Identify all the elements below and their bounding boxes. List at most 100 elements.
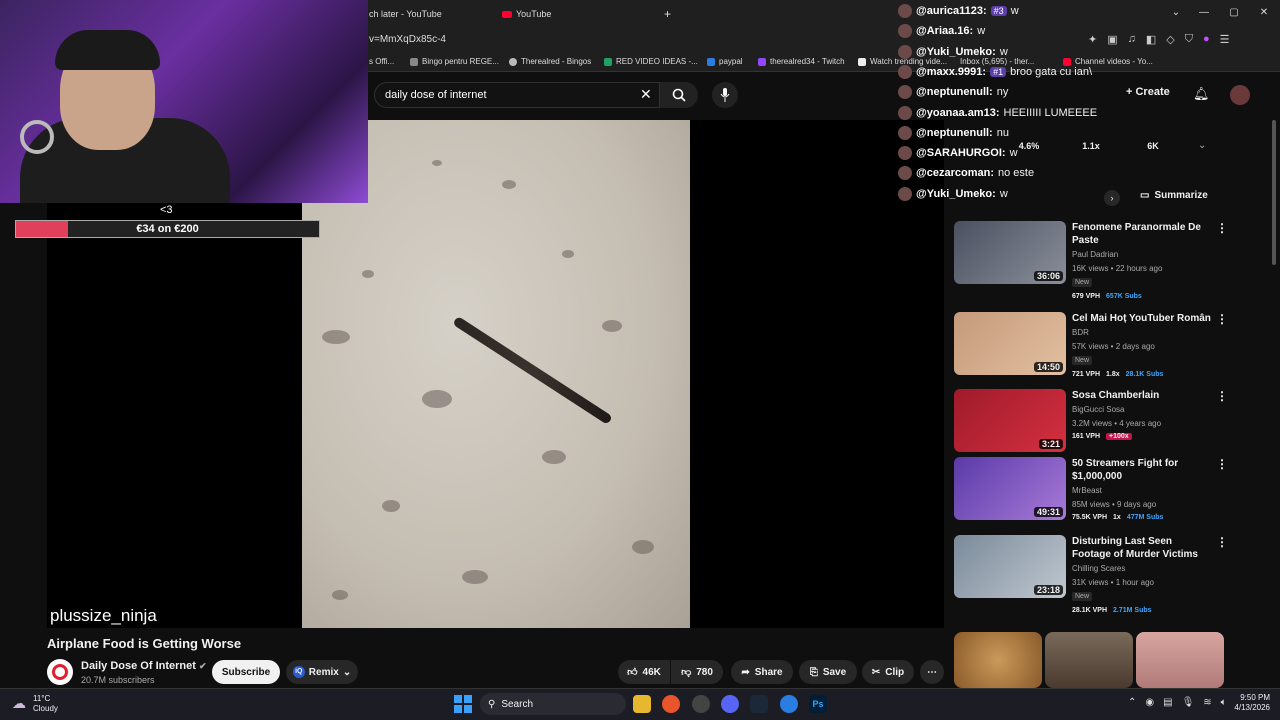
- create-button[interactable]: + Create: [1126, 86, 1170, 98]
- extension-icon[interactable]: ▣: [1107, 33, 1117, 46]
- recommendation-channel[interactable]: Paul Dadrian: [1072, 250, 1118, 259]
- chevron-right-icon[interactable]: ›: [1104, 190, 1120, 206]
- shield-icon[interactable]: ⛉: [1185, 33, 1193, 46]
- tab-watch-later[interactable]: ch later - YouTube: [369, 6, 442, 22]
- weather-icon[interactable]: ☁: [12, 695, 26, 712]
- recommendation-item[interactable]: 14:50 Cel Mai Hoț YouTuber Român BDR 57K vi…: [954, 312, 1228, 392]
- chat-message: @maxx.9991: #1 broo gata cu ian\: [898, 64, 1092, 79]
- dislike-button[interactable]: 👎︎ 780: [671, 660, 723, 684]
- scrollbar[interactable]: [1272, 120, 1276, 265]
- maximize-icon[interactable]: ▢: [1226, 7, 1242, 18]
- taskbar-search[interactable]: ⚲ Search: [480, 693, 626, 715]
- extension-icon[interactable]: ✦: [1088, 33, 1097, 46]
- save-button[interactable]: ⎘ Save: [799, 660, 857, 684]
- notifications-icon[interactable]: 🔔︎: [1193, 86, 1210, 102]
- subscribe-button[interactable]: Subscribe: [212, 660, 280, 684]
- clear-search-icon[interactable]: ✕: [640, 86, 652, 103]
- url-field[interactable]: v=MmXqDx85c-4: [369, 34, 446, 45]
- recommendation-title[interactable]: Cel Mai Hoț YouTuber Român: [1072, 312, 1212, 325]
- bookmark-item[interactable]: RED VIDEO IDEAS -...: [604, 57, 698, 66]
- more-options-icon[interactable]: ⋮: [1216, 221, 1228, 235]
- recommendation-channel[interactable]: MrBeast: [1072, 486, 1102, 495]
- close-icon[interactable]: ✕: [1256, 7, 1272, 18]
- recommendation-title[interactable]: Sosa Chamberlain: [1072, 389, 1212, 402]
- menu-icon[interactable]: ☰: [1220, 33, 1230, 46]
- channel-avatar[interactable]: [47, 659, 73, 685]
- remix-button[interactable]: iQ Remix ⌄: [286, 660, 358, 684]
- account-avatar[interactable]: [1230, 85, 1250, 105]
- chat-username: @neptunenull:: [916, 86, 993, 99]
- extension-icon[interactable]: ◇: [1166, 33, 1174, 46]
- video-thumbnail[interactable]: 36:06: [954, 221, 1066, 284]
- chat-username: @cezarcoman:: [916, 167, 994, 180]
- new-tab-button[interactable]: +: [664, 6, 671, 22]
- start-button[interactable]: [454, 695, 472, 713]
- recommendation-item[interactable]: 36:06 Fenomene Paranormale De Paste Paul D…: [954, 221, 1228, 301]
- chevron-up-icon[interactable]: ⌃: [1128, 697, 1136, 708]
- app-icon[interactable]: [780, 695, 798, 713]
- voice-search-button[interactable]: [712, 82, 738, 108]
- chat-message: @Yuki_Umeko: w: [898, 44, 1008, 59]
- recommendation-channel[interactable]: Chilling Scares: [1072, 564, 1125, 573]
- bookmark-item[interactable]: Therealred - Bingos: [509, 57, 591, 66]
- wifi-icon[interactable]: ≋: [1203, 697, 1211, 708]
- recommendation-item[interactable]: 49:31 50 Streamers Fight for $1,000,000 Mr…: [954, 457, 1228, 537]
- chat-avatar: [898, 166, 912, 181]
- short-thumbnail[interactable]: [954, 632, 1042, 688]
- recommendation-title[interactable]: Fenomene Paranormale De Paste: [1072, 221, 1212, 247]
- more-options-icon[interactable]: ⋮: [1216, 312, 1228, 326]
- recommendation-channel[interactable]: BigGucci Sosa: [1072, 405, 1124, 414]
- video-duration: 23:18: [1033, 585, 1063, 595]
- system-clock[interactable]: 9:50 PM 4/13/2026: [1226, 693, 1270, 713]
- clip-button[interactable]: ✂ Clip: [862, 660, 914, 684]
- clock-time: 9:50 PM: [1240, 693, 1270, 702]
- short-thumbnail[interactable]: [1136, 632, 1224, 688]
- music-icon[interactable]: ♫: [1128, 33, 1136, 46]
- photoshop-icon[interactable]: Ps: [809, 695, 827, 713]
- search-input[interactable]: daily dose of internet: [374, 82, 660, 108]
- more-options-icon[interactable]: ⋮: [1216, 535, 1228, 549]
- file-explorer-icon[interactable]: [633, 695, 651, 713]
- weather-widget[interactable]: 11°C Cloudy: [33, 694, 58, 714]
- stat-pill: 6K: [1147, 141, 1159, 151]
- profile-icon[interactable]: ●: [1203, 33, 1210, 46]
- chevron-down-icon[interactable]: ⌄: [1198, 140, 1206, 151]
- share-button[interactable]: ➦ Share: [731, 660, 793, 684]
- channel-name[interactable]: Daily Dose Of Internet ✔: [81, 660, 207, 672]
- more-actions-button[interactable]: ⋯: [920, 660, 944, 684]
- bookmark-item[interactable]: paypal: [707, 57, 743, 66]
- recommendation-title[interactable]: Disturbing Last Seen Footage of Murder V…: [1072, 535, 1212, 561]
- video-thumbnail[interactable]: 49:31: [954, 457, 1066, 520]
- more-options-icon[interactable]: ⋮: [1216, 389, 1228, 403]
- bookmark-item[interactable]: s Offi...: [369, 57, 394, 66]
- headphones: [20, 120, 54, 154]
- recommendation-title[interactable]: 50 Streamers Fight for $1,000,000: [1072, 457, 1212, 483]
- create-label: Create: [1135, 86, 1170, 98]
- tab-youtube[interactable]: YouTube: [502, 6, 551, 22]
- subs-tag: 657K Subs: [1106, 293, 1142, 300]
- summarize-button[interactable]: ▭ Summarize: [1140, 190, 1208, 201]
- tiktok-icon: [858, 57, 866, 66]
- app-icon[interactable]: [692, 695, 710, 713]
- recommendation-channel[interactable]: BDR: [1072, 328, 1089, 337]
- short-thumbnail[interactable]: [1045, 632, 1133, 688]
- browser-icon[interactable]: [662, 695, 680, 713]
- tray-icon[interactable]: ▤: [1163, 697, 1172, 708]
- bookmark-item[interactable]: Bingo pentru REGE...: [410, 57, 499, 66]
- recommendation-item[interactable]: 23:18 Disturbing Last Seen Footage of Mur…: [954, 535, 1228, 615]
- tab-search-icon[interactable]: ⌄: [1168, 7, 1184, 18]
- microphone-icon[interactable]: 🎙︎: [1182, 697, 1195, 708]
- share-icon: ➦: [741, 666, 750, 678]
- steam-icon[interactable]: [750, 695, 768, 713]
- video-thumbnail[interactable]: 14:50: [954, 312, 1066, 375]
- bookmark-item[interactable]: therealred34 - Twitch: [758, 57, 845, 66]
- discord-icon[interactable]: [721, 695, 739, 713]
- search-button[interactable]: [660, 82, 698, 108]
- more-options-icon[interactable]: ⋮: [1216, 457, 1228, 471]
- network-icon[interactable]: ◉: [1145, 697, 1154, 708]
- minimize-icon[interactable]: —: [1196, 7, 1212, 18]
- extension-icon[interactable]: ◧: [1146, 33, 1156, 46]
- like-button[interactable]: 👍︎ 46K: [618, 660, 670, 684]
- video-thumbnail[interactable]: 23:18: [954, 535, 1066, 598]
- video-thumbnail[interactable]: 3:21: [954, 389, 1066, 452]
